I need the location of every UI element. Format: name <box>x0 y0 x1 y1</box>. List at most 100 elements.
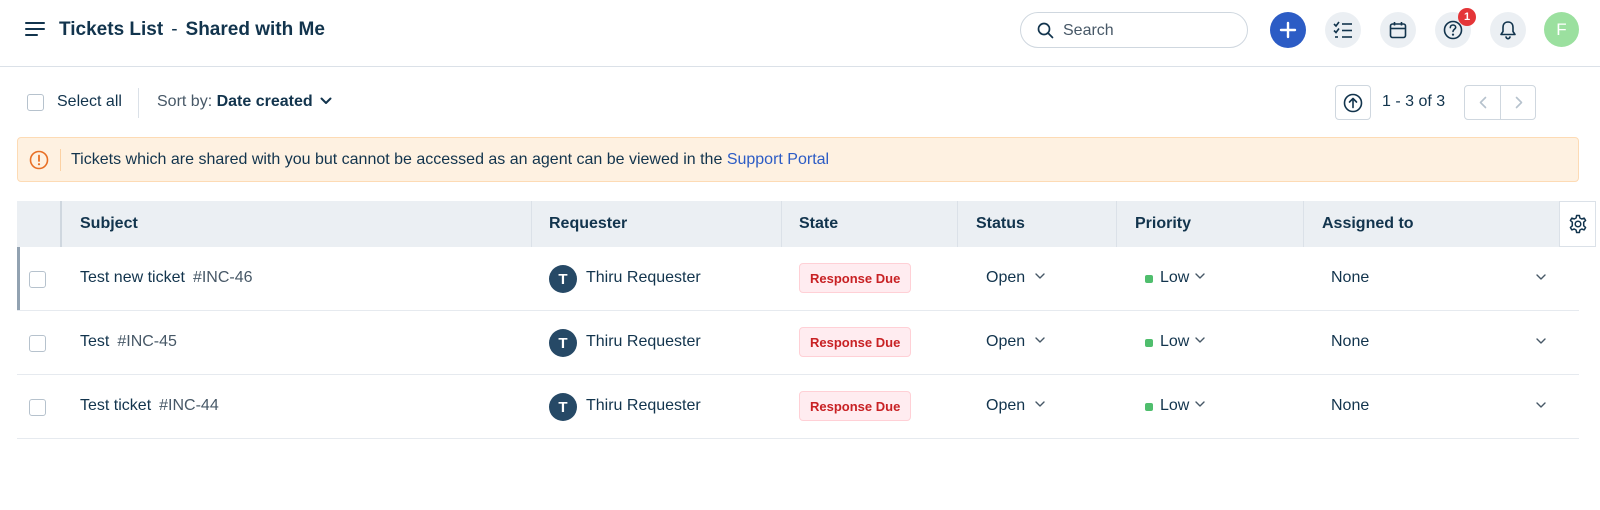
state-badge: Response Due <box>799 327 912 357</box>
ticket-subject[interactable]: Test new ticket #INC-46 <box>80 269 253 287</box>
ticket-subject[interactable]: Test ticket #INC-44 <box>80 397 219 415</box>
requester-avatar: T <box>549 265 577 293</box>
user-avatar[interactable]: F <box>1544 12 1579 47</box>
column-state[interactable]: State <box>799 215 838 233</box>
status-value: Open <box>986 397 1026 414</box>
chevron-down-icon <box>1195 273 1206 279</box>
status-dropdown[interactable]: Open <box>986 333 1045 351</box>
priority-dropdown[interactable]: Low <box>1160 333 1206 351</box>
assigned-to-value: None <box>1331 333 1370 350</box>
priority-dropdown[interactable]: Low <box>1160 269 1206 287</box>
calendar-button[interactable] <box>1380 12 1416 48</box>
banner-divider <box>60 149 61 171</box>
row-checkbox[interactable] <box>29 335 46 352</box>
column-divider <box>531 201 532 247</box>
banner-message: Tickets which are shared with you but ca… <box>71 151 829 169</box>
chevron-right-icon <box>1515 96 1522 109</box>
column-divider <box>781 201 782 247</box>
search-input[interactable] <box>1063 20 1233 42</box>
info-banner: Tickets which are shared with you but ca… <box>17 137 1579 182</box>
column-requester[interactable]: Requester <box>549 215 627 233</box>
status-value: Open <box>986 333 1026 350</box>
row-checkbox[interactable] <box>29 271 46 288</box>
sort-value: Date created <box>216 93 313 110</box>
assigned-to-value: None <box>1331 397 1370 414</box>
page-title: Tickets List - Shared with Me <box>59 19 325 41</box>
table-row[interactable]: Test #INC-45 T Thiru Requester Response D… <box>17 311 1579 375</box>
tasks-icon <box>1333 21 1352 38</box>
requester-name: Thiru Requester <box>586 333 701 350</box>
select-all-checkbox[interactable] <box>27 94 44 111</box>
page-title-text: Tickets List <box>59 19 164 40</box>
column-assigned-to[interactable]: Assigned to <box>1322 215 1414 233</box>
previous-page-button[interactable] <box>1465 86 1500 119</box>
chevron-down-icon[interactable] <box>1536 274 1546 280</box>
notifications-button[interactable] <box>1490 12 1526 48</box>
priority-value: Low <box>1160 269 1190 286</box>
table-row[interactable]: Test new ticket #INC-46 T Thiru Requester… <box>17 247 1579 311</box>
column-settings-button[interactable] <box>1559 201 1596 247</box>
status-dropdown[interactable]: Open <box>986 397 1045 415</box>
arrow-up-icon <box>1343 93 1363 112</box>
plus-icon <box>1279 21 1297 39</box>
ticket-id: #INC-46 <box>192 269 253 286</box>
menu-icon[interactable] <box>25 20 45 38</box>
chevron-down-icon <box>1195 337 1206 343</box>
status-dropdown[interactable]: Open <box>986 269 1045 287</box>
column-divider <box>1116 201 1117 247</box>
priority-value: Low <box>1160 397 1190 414</box>
row-checkbox[interactable] <box>29 399 46 416</box>
table-row[interactable]: Test ticket #INC-44 T Thiru Requester Res… <box>17 375 1579 439</box>
table-header: Subject Requester State Status Priority … <box>17 201 1596 247</box>
requester-avatar: T <box>549 393 577 421</box>
next-page-button[interactable] <box>1501 86 1536 119</box>
bell-icon <box>1500 21 1516 40</box>
column-divider <box>957 201 958 247</box>
requester-avatar: T <box>549 329 577 357</box>
column-subject[interactable]: Subject <box>80 215 138 233</box>
ticket-subject[interactable]: Test #INC-45 <box>80 333 177 351</box>
state-badge: Response Due <box>799 263 912 293</box>
search-box[interactable] <box>1020 12 1248 48</box>
chevron-down-icon <box>1035 337 1045 343</box>
column-status[interactable]: Status <box>976 215 1025 233</box>
scroll-top-button[interactable] <box>1335 85 1371 120</box>
sort-dropdown[interactable]: Sort by: Date created <box>157 93 332 111</box>
select-all-label[interactable]: Select all <box>57 93 122 111</box>
toolbar-divider <box>138 88 139 118</box>
priority-value: Low <box>1160 333 1190 350</box>
priority-indicator <box>1145 275 1153 283</box>
state-badge: Response Due <box>799 391 912 421</box>
chevron-down-icon[interactable] <box>1536 402 1546 408</box>
pagination-info: 1 - 3 of 3 <box>1382 93 1446 110</box>
priority-indicator <box>1145 403 1153 411</box>
tasks-button[interactable] <box>1325 12 1361 48</box>
search-icon <box>1037 22 1054 39</box>
chevron-left-icon <box>1479 96 1486 109</box>
chevron-down-icon <box>1035 273 1045 279</box>
gear-icon <box>1569 214 1586 234</box>
top-header: Tickets List-Shared with Me 1 F <box>0 0 1600 67</box>
support-portal-link[interactable]: Support Portal <box>727 151 829 168</box>
priority-dropdown[interactable]: Low <box>1160 397 1206 415</box>
view-name: Shared with Me <box>185 19 325 40</box>
assigned-to-value: None <box>1331 269 1370 286</box>
chevron-down-icon <box>1195 401 1206 407</box>
subject-text: Test <box>80 333 110 350</box>
status-value: Open <box>986 269 1026 286</box>
calendar-icon <box>1389 22 1407 39</box>
column-priority[interactable]: Priority <box>1135 215 1191 233</box>
notification-badge: 1 <box>1458 8 1476 26</box>
requester-name: Thiru Requester <box>586 269 701 286</box>
ticket-id: #INC-45 <box>117 333 177 350</box>
banner-text: Tickets which are shared with you but ca… <box>71 151 723 168</box>
column-divider <box>1303 201 1304 247</box>
chevron-down-icon[interactable] <box>1536 338 1546 344</box>
warning-icon <box>29 150 49 170</box>
requester-name: Thiru Requester <box>586 397 701 414</box>
subject-text: Test new ticket <box>80 269 185 286</box>
title-separator: - <box>171 19 178 40</box>
new-ticket-button[interactable] <box>1270 12 1306 48</box>
chevron-down-icon <box>1035 401 1045 407</box>
chevron-down-icon <box>320 97 332 104</box>
